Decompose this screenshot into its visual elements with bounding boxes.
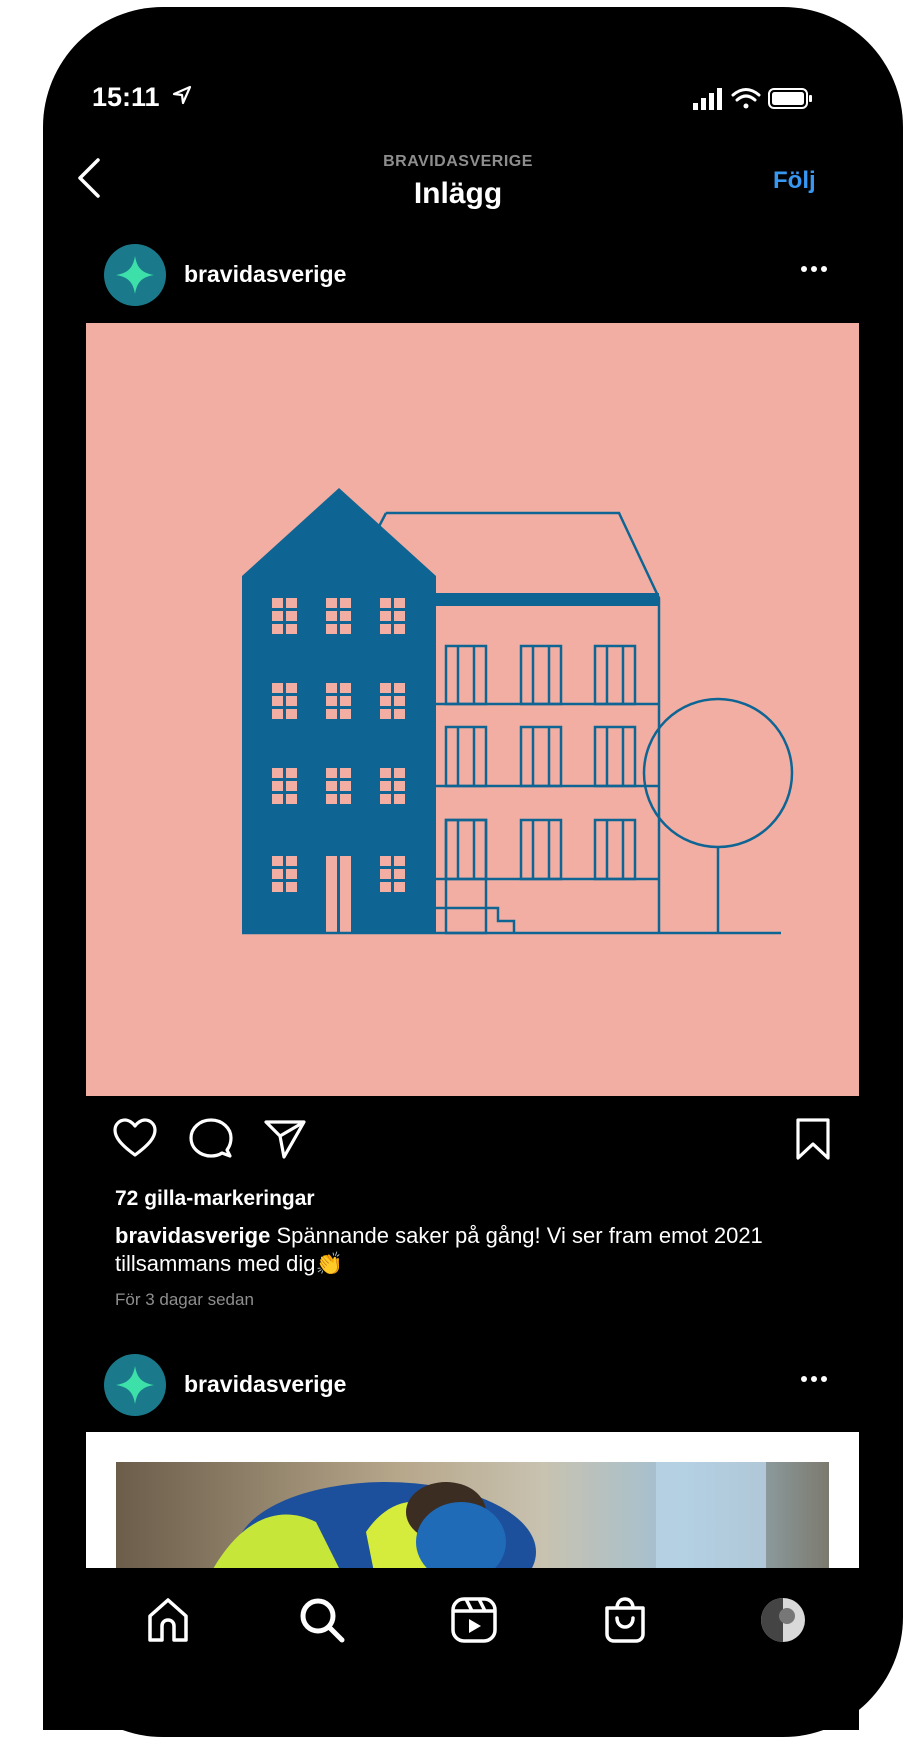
post-caption: bravidasverige Spännande saker på gång! … bbox=[115, 1222, 815, 1278]
more-options-icon[interactable] bbox=[794, 1364, 834, 1394]
bottom-tab-bar bbox=[43, 1568, 859, 1730]
brand-star-icon bbox=[116, 1366, 154, 1404]
post-header: bravidasverige bbox=[104, 244, 834, 308]
search-icon[interactable] bbox=[296, 1594, 348, 1646]
post-header: bravidasverige bbox=[104, 1354, 834, 1418]
shop-icon[interactable] bbox=[599, 1594, 651, 1646]
caption-username[interactable]: bravidasverige bbox=[115, 1223, 270, 1248]
brand-star-icon bbox=[116, 256, 154, 294]
worker-figure bbox=[211, 1462, 766, 1572]
wifi-icon bbox=[731, 88, 761, 109]
home-icon[interactable] bbox=[142, 1594, 194, 1646]
battery-icon bbox=[768, 88, 812, 109]
follow-button[interactable]: Följ bbox=[773, 167, 816, 195]
profile-avatar[interactable] bbox=[757, 1594, 809, 1646]
signal-icon bbox=[693, 88, 722, 110]
buildings-illustration bbox=[242, 488, 794, 935]
avatar[interactable] bbox=[104, 1354, 166, 1416]
post-image[interactable] bbox=[86, 1432, 859, 1572]
post-actions bbox=[112, 1116, 832, 1166]
share-icon[interactable] bbox=[262, 1116, 308, 1162]
avatar[interactable] bbox=[104, 244, 166, 306]
worker-photo bbox=[116, 1462, 829, 1572]
heart-icon[interactable] bbox=[112, 1116, 158, 1162]
likes-count[interactable]: 72 gilla-markeringar bbox=[115, 1187, 315, 1211]
comment-icon[interactable] bbox=[187, 1116, 233, 1162]
status-time: 15:11 bbox=[92, 82, 160, 112]
post-timestamp: För 3 dagar sedan bbox=[115, 1290, 254, 1309]
post-username[interactable]: bravidasverige bbox=[184, 261, 346, 288]
location-arrow-icon bbox=[172, 85, 192, 105]
status-icons bbox=[693, 88, 812, 110]
post-image[interactable] bbox=[86, 323, 859, 1096]
more-options-icon[interactable] bbox=[794, 254, 834, 284]
bookmark-icon[interactable] bbox=[790, 1116, 836, 1162]
post-username[interactable]: bravidasverige bbox=[184, 1371, 346, 1398]
reels-icon[interactable] bbox=[448, 1594, 500, 1646]
